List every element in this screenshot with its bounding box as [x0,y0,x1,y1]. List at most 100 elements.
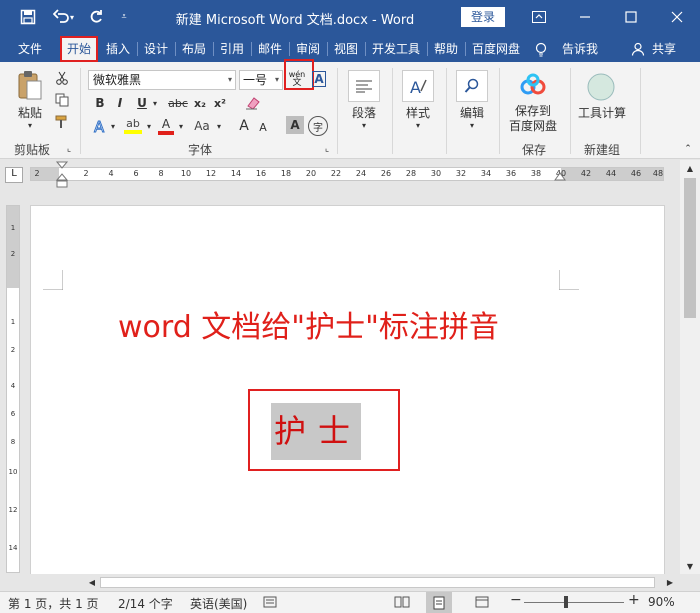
horizontal-scrollbar[interactable]: ◀ ▶ [0,574,700,591]
change-case-dropdown-icon[interactable]: ▾ [214,120,224,132]
language-status[interactable]: 英语(美国) [190,595,247,612]
close-icon[interactable] [654,0,700,34]
editing-icon[interactable] [456,70,488,102]
scroll-up-icon[interactable]: ▲ [684,162,696,174]
highlight-color-icon[interactable]: ab [122,116,144,136]
save-to-baidu-button[interactable]: 保存到 百度网盘 [502,104,564,134]
tab-mailings[interactable]: 邮件 [253,36,287,62]
paragraph-button[interactable]: 段落 [344,104,384,120]
tab-selector[interactable]: L [5,167,23,183]
format-painter-icon[interactable] [54,114,70,130]
change-case-button[interactable]: Aa [190,116,214,136]
paste-dropdown-icon[interactable]: ▾ [24,120,36,130]
underline-button[interactable]: U [134,94,150,112]
strikethrough-button[interactable]: abc [166,94,190,112]
clear-formatting-icon[interactable] [244,94,262,112]
italic-button[interactable]: I [112,94,128,112]
vertical-scroll-thumb[interactable] [684,178,696,318]
baidu-netdisk-icon[interactable] [518,72,548,100]
tab-view[interactable]: 视图 [329,36,363,62]
tab-insert[interactable]: 插入 [101,36,135,62]
styles-button[interactable]: 样式 [398,104,438,120]
paragraph-icon[interactable] [348,70,380,102]
zoom-out-button[interactable]: − [510,592,522,608]
tab-design[interactable]: 设计 [139,36,173,62]
scroll-left-icon[interactable]: ◀ [86,576,98,588]
login-button[interactable]: 登录 [461,7,505,27]
font-size-dropdown-icon[interactable]: ▾ [275,71,279,89]
tool-calculate-icon[interactable] [586,72,616,102]
editing-button[interactable]: 编辑 [452,104,492,120]
vertical-ruler[interactable]: 1 2 1 2 4 6 8 10 12 14 [6,205,20,573]
undo-dropdown-icon[interactable]: ▾ [66,6,78,28]
font-color-icon[interactable]: A [156,116,176,136]
zoom-in-button[interactable]: + [628,592,640,608]
char-shading-button[interactable]: A [286,116,304,134]
enclose-characters-button[interactable]: 字 [308,116,328,136]
horizontal-scroll-thumb[interactable] [100,577,655,588]
paste-button[interactable]: 粘贴 [12,104,48,120]
scroll-right-icon[interactable]: ▶ [664,576,676,588]
underline-dropdown-icon[interactable]: ▾ [150,96,160,110]
tab-baidu-netdisk[interactable]: 百度网盘 [467,36,525,62]
collapse-ribbon-icon[interactable]: ⌃ [682,144,694,154]
svg-text:A: A [94,118,105,135]
zoom-slider[interactable] [524,602,624,603]
font-size-input[interactable]: 一号 ▾ [239,70,283,90]
styles-dropdown-icon[interactable]: ▾ [412,120,424,130]
tab-developer[interactable]: 开发工具 [367,36,425,62]
zoom-slider-thumb[interactable] [564,596,568,608]
bold-button[interactable]: B [92,94,108,112]
editing-dropdown-icon[interactable]: ▾ [466,120,478,130]
styles-icon[interactable]: A [402,70,434,102]
person-icon[interactable] [630,41,646,57]
vertical-scrollbar[interactable]: ▲ ▼ [680,160,700,575]
tool-calculate-button[interactable]: 工具计算 [572,104,632,120]
tab-home[interactable]: 开始 [60,36,98,62]
clipboard-launcher-icon[interactable]: ⌞ [64,144,74,154]
grow-font-button[interactable]: A [236,116,252,136]
tab-file[interactable]: 文件 [12,36,48,62]
cut-icon[interactable] [54,70,70,86]
superscript-button[interactable]: x² [212,94,228,112]
save-group-label: 保存 [521,143,546,157]
text-effects-icon[interactable]: A [90,116,110,136]
paste-icon[interactable] [14,68,46,102]
horizontal-ruler[interactable]: 2 2 4 6 8 10 12 14 16 18 20 22 24 26 28 … [30,167,664,181]
font-name-dropdown-icon[interactable]: ▾ [228,71,232,89]
right-indent-marker-icon[interactable] [554,168,566,182]
macro-record-icon[interactable] [262,595,278,609]
char-border-icon[interactable]: A [312,71,326,87]
save-icon[interactable] [16,6,40,28]
text-effects-dropdown-icon[interactable]: ▾ [108,120,118,132]
minimize-icon[interactable] [562,0,608,34]
lightbulb-icon[interactable] [532,42,550,58]
zoom-level[interactable]: 90% [648,595,675,609]
tell-me-search[interactable]: 告诉我 [556,36,604,62]
shrink-font-button[interactable]: A [256,118,270,136]
maximize-icon[interactable] [608,0,654,34]
tab-layout[interactable]: 布局 [177,36,211,62]
scroll-down-icon[interactable]: ▼ [684,560,696,572]
font-color-dropdown-icon[interactable]: ▾ [176,120,186,132]
paragraph-dropdown-icon[interactable]: ▾ [358,120,370,130]
share-button[interactable]: 共享 [647,36,681,62]
copy-icon[interactable] [54,92,70,108]
document-page[interactable]: word 文档给"护士"标注拼音 护士 [30,205,665,575]
highlight-dropdown-icon[interactable]: ▾ [144,120,154,132]
word-count[interactable]: 2/14 个字 [118,595,173,612]
document-heading[interactable]: word 文档给"护士"标注拼音 [118,302,499,346]
read-mode-icon[interactable] [394,595,410,609]
customize-quick-access-icon[interactable]: ⩡ [112,6,136,28]
print-layout-icon[interactable] [426,592,452,613]
redo-icon[interactable] [84,6,108,28]
web-layout-icon[interactable] [474,595,490,609]
page-count[interactable]: 第 1 页，共 1 页 [8,595,99,612]
font-name-input[interactable]: 微软雅黑 ▾ [88,70,236,90]
ribbon-display-options-icon[interactable] [516,0,562,34]
font-launcher-icon[interactable]: ⌞ [322,144,332,154]
subscript-button[interactable]: x₂ [192,94,208,112]
tab-references[interactable]: 引用 [215,36,249,62]
tab-help[interactable]: 帮助 [429,36,463,62]
indent-markers-icon[interactable] [56,160,68,190]
